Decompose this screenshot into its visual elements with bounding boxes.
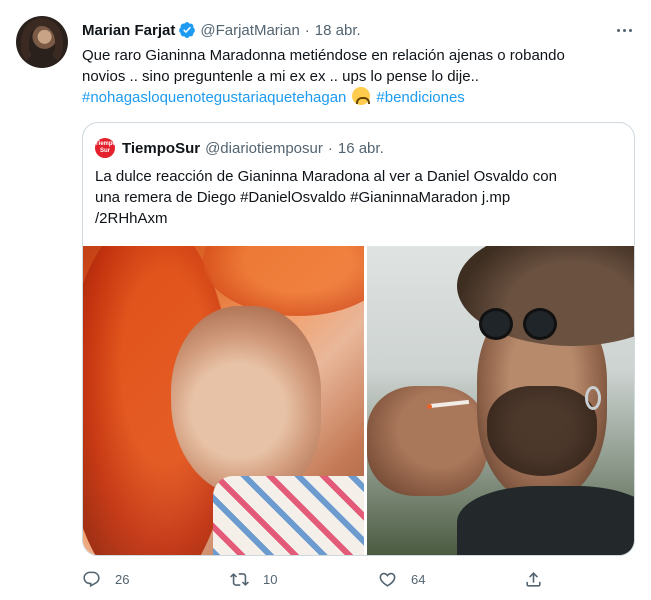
tweet-hashtag-line: #nohagasloquenotegustariaquetehagan #bend… — [82, 87, 627, 108]
quoted-text-line: /2RHhAxm — [95, 210, 168, 227]
more-options-icon[interactable] — [612, 20, 636, 40]
like-count: 64 — [411, 571, 426, 587]
quoted-avatar-logo[interactable]: Tiempo Sur — [95, 138, 117, 158]
photo-shape — [585, 386, 601, 410]
tweet[interactable]: Marian Farjat @FarjatMarian · 18 abr. Qu… — [0, 0, 651, 600]
quoted-text-line: La dulce reacción de Gianinna Maradona a… — [95, 168, 557, 185]
logo-text: Tiempo — [95, 141, 117, 147]
reply-icon — [83, 571, 100, 587]
tweet-date[interactable]: 18 abr. — [315, 22, 361, 39]
tweet-text-line: Que raro Gianinna Maradonna metiéndose e… — [82, 47, 565, 64]
reply-count: 26 — [115, 571, 130, 587]
tweet-text: Que raro Gianinna Maradonna metiéndose e… — [82, 45, 627, 108]
verified-badge-icon — [179, 22, 196, 38]
photo-shape — [427, 404, 432, 409]
quoted-text-line: una remera de Diego #DanielOsvaldo #Gian… — [95, 189, 511, 206]
avatar[interactable] — [16, 16, 68, 68]
separator-dot: · — [327, 139, 333, 157]
photo-shape — [203, 246, 364, 316]
share-icon — [526, 571, 541, 587]
avatar-hair-shape — [21, 18, 63, 66]
photo-shape — [479, 308, 569, 344]
quoted-tweet-text: La dulce reacción de Gianinna Maradona a… — [95, 166, 620, 229]
author-name[interactable]: Marian Farjat — [82, 22, 175, 39]
hashtag-link[interactable]: #bendiciones — [376, 89, 464, 106]
quoted-media — [83, 246, 634, 555]
quoted-tweet-header: Tiempo Sur TiempoSur @diariotiemposur · … — [95, 138, 384, 158]
retweet-button[interactable]: 10 — [230, 566, 277, 592]
retweet-icon — [230, 572, 249, 586]
photo-shape — [487, 386, 597, 476]
like-button[interactable]: 64 — [378, 566, 425, 592]
like-icon — [379, 572, 396, 587]
hashtag-link[interactable]: #nohagasloquenotegustariaquetehagan — [82, 89, 346, 106]
quoted-author-name[interactable]: TiempoSur — [122, 140, 200, 157]
quoted-tweet-date[interactable]: 16 abr. — [338, 140, 384, 157]
photo-shape — [457, 486, 634, 555]
tweet-text-line: novios .. sino preguntenle a mi ex ex ..… — [82, 68, 479, 85]
photo-shape — [171, 306, 321, 496]
quoted-tweet[interactable]: Tiempo Sur TiempoSur @diariotiemposur · … — [82, 122, 635, 556]
tweet-actions: 26 10 64 — [82, 566, 552, 592]
photo-left[interactable] — [83, 246, 364, 555]
separator-dot: · — [304, 21, 310, 39]
photo-right[interactable] — [367, 246, 634, 555]
photo-shape — [213, 476, 364, 555]
logo-text: Sur — [99, 148, 110, 154]
upside-down-face-emoji-icon — [352, 87, 371, 105]
share-button[interactable] — [524, 566, 557, 592]
author-handle[interactable]: @FarjatMarian — [200, 22, 299, 39]
retweet-count: 10 — [263, 571, 278, 587]
quoted-author-handle[interactable]: @diariotiemposur — [205, 140, 323, 157]
reply-button[interactable]: 26 — [82, 566, 129, 592]
tweet-header: Marian Farjat @FarjatMarian · 18 abr. — [82, 20, 361, 40]
